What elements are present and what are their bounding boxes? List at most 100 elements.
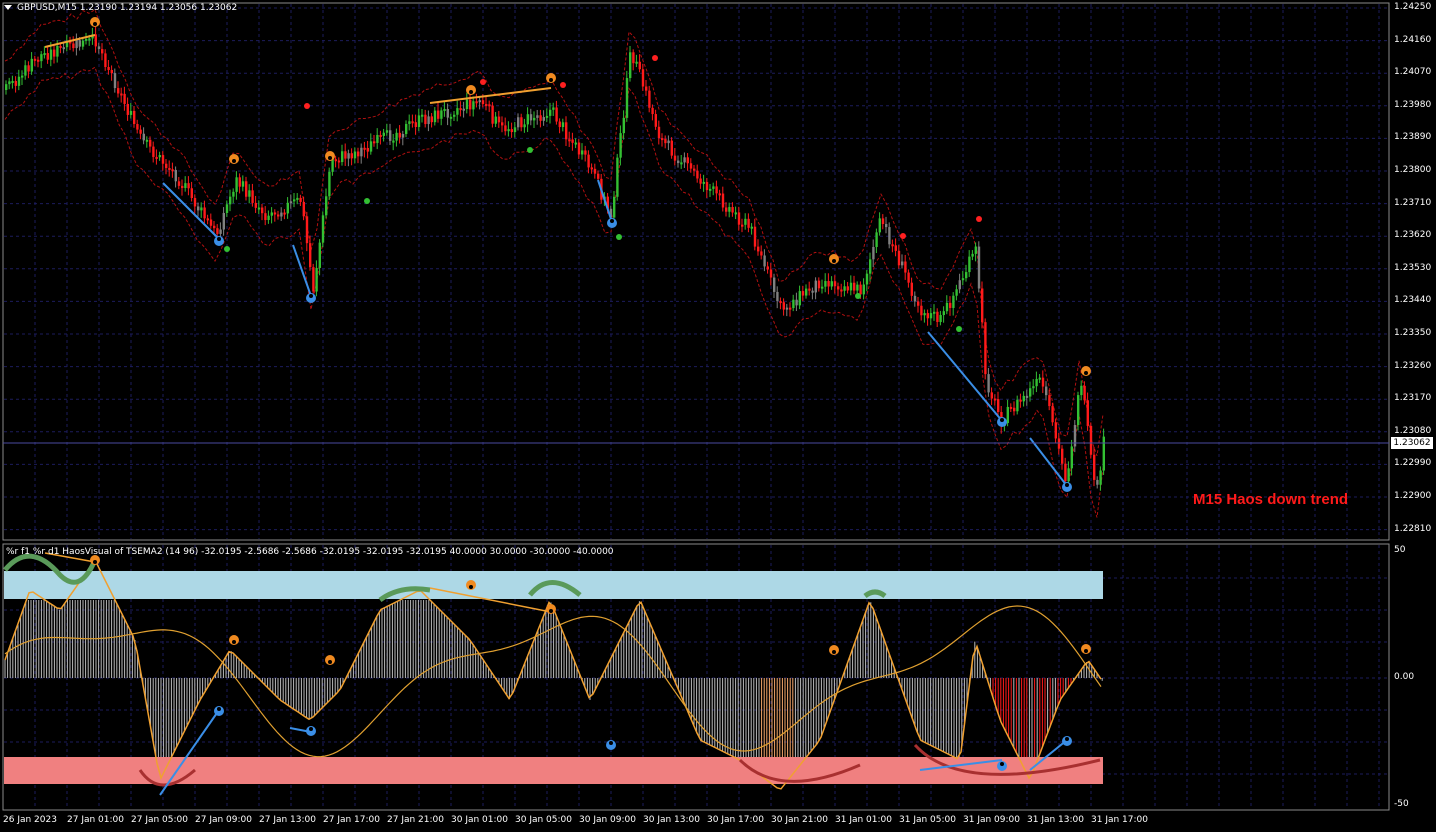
candle <box>955 289 958 296</box>
candle <box>1048 395 1051 407</box>
fractal-up-icon <box>232 640 236 644</box>
candle <box>753 226 757 247</box>
candle <box>536 115 539 118</box>
candle <box>744 218 747 225</box>
candle <box>920 305 923 316</box>
candle <box>1022 395 1025 402</box>
candle <box>382 132 385 136</box>
candle <box>280 212 283 217</box>
candle <box>673 155 677 161</box>
candle <box>398 132 401 138</box>
candle <box>865 273 869 285</box>
candle <box>878 218 881 233</box>
candle <box>497 116 501 123</box>
candle <box>1099 470 1102 485</box>
candle <box>510 129 513 133</box>
candle <box>651 107 654 115</box>
candle <box>235 177 238 192</box>
candle <box>200 207 203 211</box>
candle <box>1029 388 1032 397</box>
candle <box>670 140 673 156</box>
time-tick-label: 31 Jan 05:00 <box>899 815 956 825</box>
candle <box>869 259 872 274</box>
candle <box>881 218 885 225</box>
candle <box>709 188 712 191</box>
candle <box>1045 386 1048 396</box>
indicator-tick-label: 50 <box>1394 545 1406 555</box>
candle <box>139 129 142 134</box>
fractal-down-icon <box>1000 418 1004 422</box>
candle <box>1086 400 1089 426</box>
fractal-up-icon <box>1084 371 1088 375</box>
price-tick-label: 1.24070 <box>1394 67 1432 78</box>
candle <box>366 147 369 152</box>
candle <box>248 190 251 197</box>
candle <box>849 282 853 291</box>
chart-canvas[interactable] <box>0 0 1436 832</box>
candle <box>325 196 328 216</box>
indicator-tick-label: 0.00 <box>1394 672 1415 682</box>
candle <box>846 286 849 291</box>
time-tick-label: 31 Jan 09:00 <box>963 815 1020 825</box>
signal-dot-icon <box>976 216 982 222</box>
candle <box>424 114 427 125</box>
candle <box>885 224 888 228</box>
signal-dot-icon <box>652 55 658 61</box>
candle <box>443 109 446 112</box>
candle <box>558 121 561 128</box>
candle <box>1038 377 1041 380</box>
time-tick-label: 30 Jan 13:00 <box>643 815 700 825</box>
candle <box>110 69 113 74</box>
fractal-down-icon <box>217 707 221 711</box>
time-tick-label: 27 Jan 05:00 <box>131 815 188 825</box>
candle <box>629 52 632 79</box>
collapse-arrow-icon[interactable] <box>4 5 12 10</box>
candle <box>289 201 293 204</box>
candle <box>133 110 136 125</box>
candle <box>1096 479 1099 485</box>
candle <box>101 49 104 54</box>
candle <box>555 107 558 122</box>
fractal-up-icon <box>93 560 97 564</box>
candle <box>904 261 907 273</box>
candle <box>750 226 753 229</box>
candle <box>241 181 245 187</box>
candle <box>430 116 433 123</box>
candle <box>449 116 453 119</box>
candle <box>251 190 254 203</box>
candle <box>181 185 184 189</box>
fractal-up-icon <box>232 159 236 163</box>
candle <box>1067 468 1070 482</box>
candle <box>801 291 805 296</box>
fractal-up-icon <box>832 259 836 263</box>
candle <box>472 101 475 110</box>
candle <box>654 114 657 127</box>
candle <box>853 282 856 291</box>
fractal-up-icon <box>469 90 473 94</box>
time-tick-label: 30 Jan 17:00 <box>707 815 764 825</box>
candle <box>152 146 155 157</box>
candle <box>811 290 814 293</box>
candle <box>302 201 305 217</box>
candle <box>126 103 129 115</box>
candle <box>117 88 120 94</box>
candle <box>958 280 961 290</box>
price-tick-label: 1.23530 <box>1394 262 1432 273</box>
candle <box>587 154 590 168</box>
candle <box>805 288 808 296</box>
candle <box>257 207 261 210</box>
candle <box>1080 385 1083 396</box>
candle <box>414 122 417 128</box>
signal-dot-icon <box>560 82 566 88</box>
trend-label: M15 Haos down trend <box>1193 491 1349 508</box>
candle <box>11 80 14 83</box>
candle <box>488 104 491 107</box>
candle <box>321 215 325 243</box>
candle <box>1057 438 1061 449</box>
candle <box>120 93 123 96</box>
candle <box>1035 378 1038 387</box>
candle <box>305 216 309 244</box>
candle <box>712 186 715 189</box>
candle <box>565 122 568 140</box>
time-tick-label: 27 Jan 17:00 <box>323 815 380 825</box>
